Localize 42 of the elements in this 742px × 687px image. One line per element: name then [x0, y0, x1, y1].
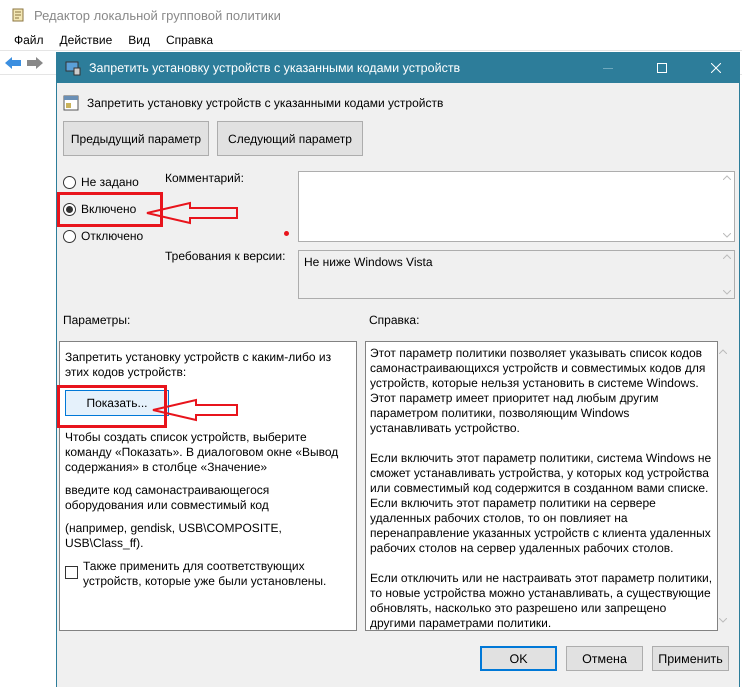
window-title: Редактор локальной групповой политики [34, 8, 281, 22]
nav-button[interactable]: Следующий параметр [217, 121, 363, 156]
apply-checkbox[interactable]: Также применить для соответствующих устройств, которые уже были установлены. [65, 559, 351, 589]
menu-item[interactable]: Действие [52, 33, 120, 47]
option-text: введите код самонастраивающегося оборудования или совместимый код [65, 483, 270, 513]
help-label: Справка: [369, 313, 420, 329]
help-paragraph: Если отключить или не настраивать этот параметр политики, то новые устройства можно устанавливать, а существующие обновлять, насколько это разрешено или запрещено другими параметрами политики. [370, 571, 713, 631]
dialog-button[interactable]: Отмена [566, 646, 643, 671]
scroll-up-icon[interactable] [722, 175, 730, 180]
scroll-down-icon[interactable] [722, 290, 730, 295]
help-paragraph: Если включить этот параметр политики, система Windows не сможет устанавливать устройства, у которых код устройства или совместимый код содержится в созданном вами списке. Если включить этот параметр политики на сервере удаленных рабочих столов, то он повлияет на перенаправление указанных устройств с клиента удаленных рабочих столов на сервер удаленных рабочих столов. [370, 451, 712, 556]
maximize-icon[interactable] [657, 63, 667, 73]
options-label: Параметры: [63, 313, 132, 329]
dialog-button[interactable]: Применить [652, 646, 729, 671]
settings-page-icon [63, 95, 79, 111]
policy-title: Запретить установку устройств с указанными кодами устройств [87, 96, 444, 110]
nav-button[interactable]: Предыдущий параметр [63, 121, 209, 156]
scroll-up-icon[interactable] [718, 349, 726, 354]
show-button[interactable]: Показать... [65, 390, 169, 416]
menu-item[interactable]: Вид [120, 33, 158, 47]
requirements-label: Требования к версии: [165, 249, 286, 263]
help-paragraph: Этот параметр политики позволяет указывать список кодов самонастраивающихся устройств и совместимых кодов для устройств, которые нельзя установить в системе Windows. Этот параметр имеет приоритет над любым другим параметром политики, позволяющим Windows устанавливать устройство. [370, 346, 706, 436]
requirements-field: Не ниже Windows Vista [298, 250, 735, 299]
comment-label: Комментарий: [165, 171, 245, 185]
close-icon[interactable] [711, 63, 721, 73]
scroll-down-icon[interactable] [722, 233, 730, 238]
option-text: Запретить установку устройств с каким-либо из этих кодов устройств: [65, 350, 332, 380]
state-radio[interactable]: Отключено [63, 229, 165, 243]
menu-item[interactable]: Файл [6, 33, 52, 47]
computer-icon [65, 60, 81, 76]
menu-item[interactable]: Справка [158, 33, 222, 47]
scroll-icon [10, 7, 26, 23]
forward-arrow-icon[interactable] [26, 56, 44, 70]
state-radio[interactable]: Не задано [63, 175, 165, 189]
scroll-down-icon[interactable] [718, 618, 726, 623]
option-text: (например, gendisk, USB\COMPOSITE, USB\Class_ff). [65, 521, 283, 551]
option-text: Чтобы создать список устройств, выберите команду «Показать». В диалоговом окне «Вывод содержания» в столбце «Значение» [65, 430, 340, 475]
back-arrow-icon[interactable] [4, 56, 22, 70]
dialog-button[interactable]: OK [480, 646, 557, 671]
dialog-title: Запретить установку устройств с указанными кодами устройств [89, 61, 462, 75]
scroll-up-icon[interactable] [722, 254, 730, 259]
annotation-dot [284, 231, 289, 236]
